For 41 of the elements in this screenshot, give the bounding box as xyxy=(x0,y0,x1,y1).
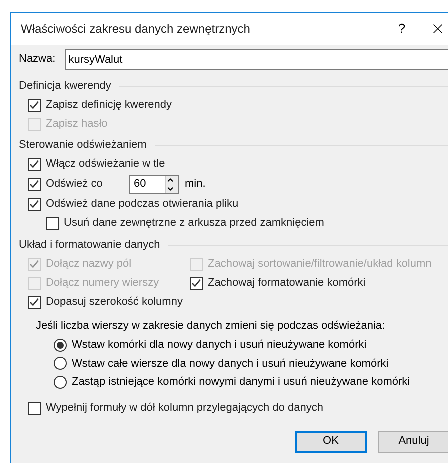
group-heading: Sterowanie odświeżaniem xyxy=(19,138,147,153)
window-title: Właściwości zakresu danych zewnętrznych xyxy=(21,21,252,38)
checkbox-label[interactable]: Usuń dane zewnętrzne z arkusza przed zamknięciem xyxy=(64,215,324,232)
name-label: Nazwa: xyxy=(19,52,56,68)
checkbox-label[interactable]: Włącz odświeżanie w tle xyxy=(46,156,166,173)
dialog-button[interactable]: OK xyxy=(295,430,367,452)
checkbox-label[interactable]: Odśwież co xyxy=(46,176,103,193)
radio-button[interactable] xyxy=(54,376,67,389)
checkbox-label[interactable]: Dopasuj szerokość kolumny xyxy=(46,294,183,311)
name-input[interactable]: kursyWalut xyxy=(64,49,448,70)
radio-button[interactable] xyxy=(54,338,67,352)
check-icon xyxy=(29,297,40,308)
checkbox-label[interactable]: Zapisz definicję kwerendy xyxy=(46,97,172,114)
radio-label[interactable]: Wstaw całe wiersze dla nowy danych i usuń nieużywane komórki xyxy=(72,356,389,372)
check-icon xyxy=(29,159,40,170)
checkbox[interactable] xyxy=(190,277,203,290)
check-icon xyxy=(29,259,40,270)
checkbox-label[interactable]: Odśwież dane podczas otwierania pliku xyxy=(46,196,239,213)
dialog-button[interactable]: Anuluj xyxy=(378,430,448,452)
checkbox[interactable] xyxy=(28,99,41,112)
checkbox-label[interactable]: Zachowaj formatowanie komórki xyxy=(208,275,366,292)
check-icon xyxy=(29,179,40,190)
group-heading: Definicja kwerendy xyxy=(19,78,112,94)
group-heading: Układ i formatowanie danych xyxy=(19,238,160,253)
check-icon xyxy=(29,199,40,210)
unit-label: min. xyxy=(185,177,206,192)
check-icon xyxy=(191,278,202,289)
checkbox[interactable] xyxy=(28,402,41,414)
radio-button[interactable] xyxy=(54,357,67,370)
checkbox[interactable] xyxy=(28,178,41,191)
checkbox[interactable] xyxy=(28,198,41,211)
check-icon xyxy=(29,100,40,111)
spin-field[interactable]: 60 xyxy=(129,175,179,194)
radio-label[interactable]: Zastąp istniejące komórki nowymi danymi i usuń nieużywane komórki xyxy=(72,374,410,390)
checkbox[interactable] xyxy=(46,217,59,230)
checkbox[interactable] xyxy=(28,296,41,309)
checkbox[interactable] xyxy=(28,158,41,171)
question-text: Jeśli liczba wierszy w zakresie danych zmieni się podczas odświeżania: xyxy=(36,319,386,334)
checkbox-label[interactable]: Wypełnij formuły w dół kolumn przylegających do danych xyxy=(46,400,324,416)
radio-label[interactable]: Wstaw komórki dla nowy danych i usuń nieużywane komórki xyxy=(72,337,367,354)
help-button[interactable]: ? xyxy=(392,19,412,39)
